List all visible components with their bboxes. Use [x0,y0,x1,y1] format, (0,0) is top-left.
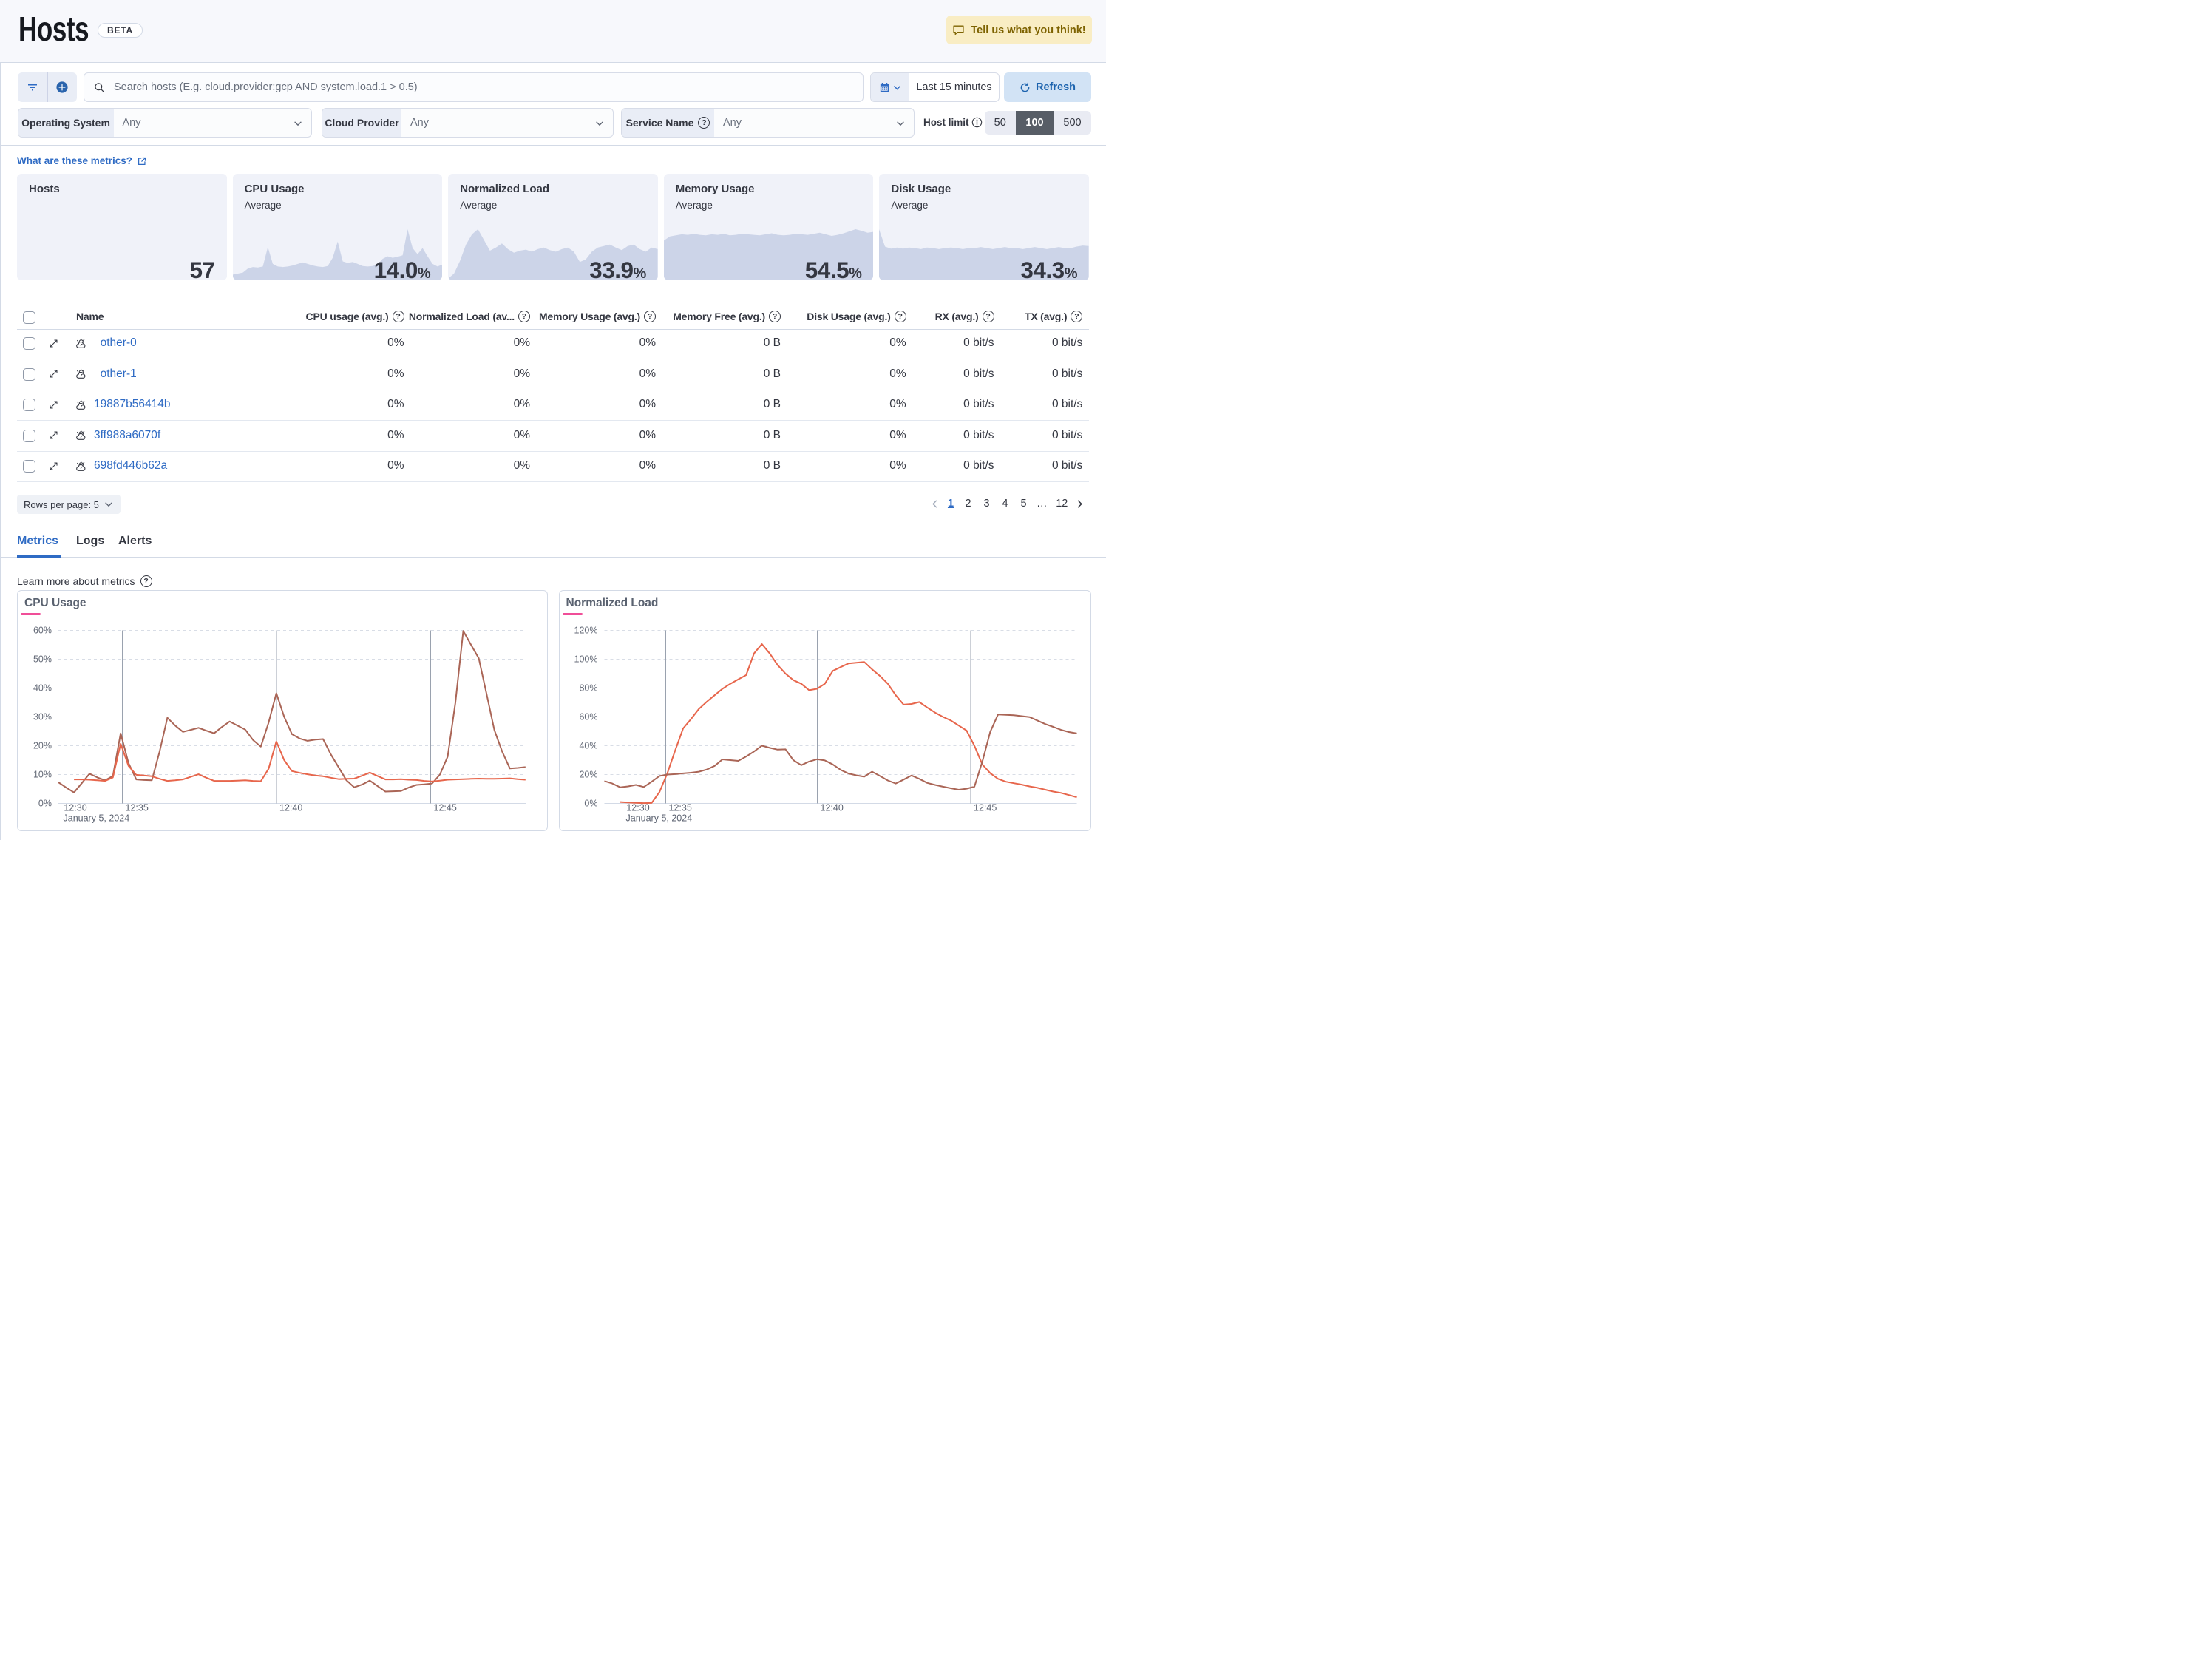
svg-text:20%: 20% [579,769,597,779]
svg-text:12:45: 12:45 [434,802,457,813]
svg-text:12:45: 12:45 [974,802,997,813]
svg-text:12:30: 12:30 [64,802,86,813]
svg-text:120%: 120% [574,625,597,635]
svg-text:80%: 80% [579,682,597,693]
svg-text:12:30: 12:30 [626,802,649,813]
svg-text:50%: 50% [33,654,52,664]
svg-text:60%: 60% [33,625,52,635]
svg-text:30%: 30% [33,711,52,722]
svg-text:10%: 10% [33,769,52,779]
svg-text:40%: 40% [579,740,597,751]
svg-text:0%: 0% [584,798,597,808]
svg-text:12:35: 12:35 [126,802,149,813]
svg-text:60%: 60% [579,711,597,722]
svg-text:40%: 40% [33,682,52,693]
svg-text:12:40: 12:40 [820,802,843,813]
svg-text:January 5, 2024: January 5, 2024 [64,813,130,823]
svg-text:12:35: 12:35 [668,802,691,813]
svg-text:0%: 0% [38,798,52,808]
svg-text:January 5, 2024: January 5, 2024 [625,813,692,823]
svg-text:20%: 20% [33,740,52,751]
svg-text:100%: 100% [574,654,597,664]
svg-text:12:40: 12:40 [279,802,302,813]
